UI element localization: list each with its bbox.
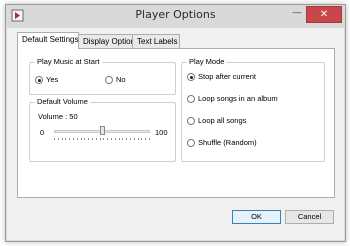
radio-icon[interactable] [187, 95, 195, 103]
radio-no-label: No [116, 75, 126, 84]
volume-tick [69, 138, 70, 140]
default-volume-title: Default Volume [35, 97, 90, 106]
radio-loop-all-label: Loop all songs [198, 116, 247, 125]
volume-tick [107, 138, 108, 140]
volume-slider-thumb[interactable] [100, 126, 105, 135]
play-mode-group: Play Mode Stop after current Loop songs … [181, 57, 325, 162]
play-music-at-start-group: Play Music at Start Yes No [29, 57, 176, 95]
volume-tick [73, 138, 74, 140]
radio-shuffle-label: Shuffle (Random) [198, 138, 257, 147]
radio-icon[interactable] [35, 76, 43, 84]
player-options-window: Player Options — ✕ Default Settings Disp… [5, 4, 346, 242]
minimize-button[interactable]: — [288, 6, 306, 22]
volume-tick [138, 138, 139, 140]
volume-tick [141, 138, 142, 140]
volume-tick [126, 138, 127, 140]
volume-tick [54, 138, 55, 140]
volume-tick [130, 138, 131, 140]
default-settings-panel: Play Music at Start Yes No Default Volum… [17, 48, 335, 198]
volume-tick [88, 138, 89, 140]
radio-yes-label: Yes [46, 75, 59, 84]
radio-icon[interactable] [187, 73, 195, 81]
volume-tick [115, 138, 116, 140]
play-mode-title: Play Mode [187, 57, 227, 66]
radio-icon[interactable] [187, 117, 195, 125]
tab-display-options[interactable]: Display Options [78, 34, 139, 48]
volume-tick [96, 138, 97, 140]
volume-min-label: 0 [40, 128, 45, 137]
volume-tick [145, 138, 146, 140]
dialog-body: Default Settings Display Options Text La… [7, 28, 344, 240]
volume-max-label: 100 [155, 128, 168, 137]
volume-value-label: Volume : 50 [38, 112, 78, 121]
radio-stop-after-current-label: Stop after current [198, 72, 256, 81]
volume-tick [111, 138, 112, 140]
radio-loop-album-label: Loop songs in an album [198, 94, 278, 103]
tab-text-labels[interactable]: Text Labels [132, 34, 180, 48]
play-music-at-start-title: Play Music at Start [35, 57, 102, 66]
radio-icon[interactable] [187, 139, 195, 147]
volume-tick [134, 138, 135, 140]
volume-tick [119, 138, 120, 140]
default-volume-group: Default Volume Volume : 50 0 100 [29, 97, 176, 162]
volume-tick [81, 138, 82, 140]
volume-tick [65, 138, 66, 140]
volume-tick [122, 138, 123, 140]
volume-tick [77, 138, 78, 140]
volume-tick [149, 138, 150, 140]
tab-default-settings[interactable]: Default Settings [17, 32, 79, 49]
volume-tick [84, 138, 85, 140]
ok-button[interactable]: OK [232, 210, 281, 224]
radio-icon[interactable] [105, 76, 113, 84]
volume-tick [92, 138, 93, 140]
volume-ticks [54, 138, 150, 140]
title-bar[interactable]: Player Options — ✕ [6, 5, 345, 27]
volume-tick [100, 138, 101, 140]
volume-tick [62, 138, 63, 140]
volume-slider[interactable] [54, 124, 150, 140]
cancel-button[interactable]: Cancel [285, 210, 334, 224]
close-button[interactable]: ✕ [306, 6, 342, 23]
volume-tick [58, 138, 59, 140]
volume-tick [103, 138, 104, 140]
